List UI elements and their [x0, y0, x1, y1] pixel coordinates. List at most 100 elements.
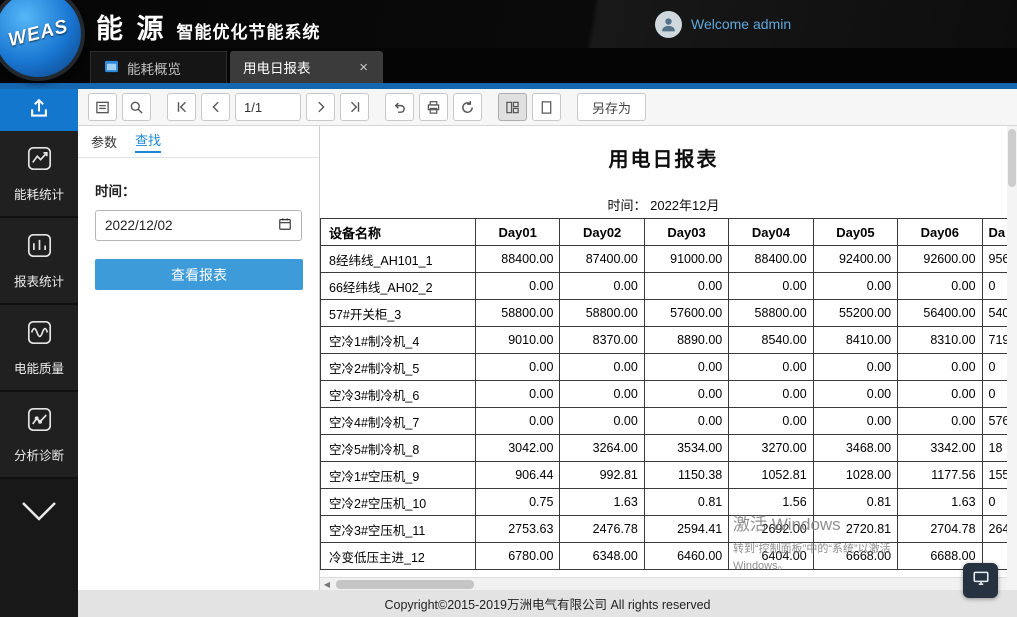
app-title-primary: 能 源: [96, 7, 167, 46]
parameters-panel: 参数 查找 时间： 2022/12/02 查看报表: [78, 126, 320, 590]
scroll-left-icon[interactable]: ◀: [320, 580, 334, 589]
value-cell: 0.00: [729, 408, 813, 435]
weas-logo-text: WEAS: [6, 16, 71, 52]
value-cell: 0.00: [898, 408, 982, 435]
device-name-cell: 冷变低压主进_12: [321, 543, 476, 570]
value-cell: 540: [982, 300, 1007, 327]
layout-single-page-button[interactable]: [532, 93, 561, 121]
value-cell: 719: [982, 327, 1007, 354]
user-avatar-icon[interactable]: [655, 11, 682, 38]
table-row: 57#开关柜_358800.0058800.0057600.0058800.00…: [321, 300, 1008, 327]
calendar-icon[interactable]: [278, 217, 292, 234]
value-cell: 0.00: [476, 408, 560, 435]
value-cell: 55200.00: [813, 300, 897, 327]
report-toolbar: 另存为: [78, 89, 1017, 126]
back-undo-icon[interactable]: [385, 93, 414, 121]
value-cell: 1.63: [560, 489, 644, 516]
value-cell: 2594.41: [644, 516, 728, 543]
panel-tabs: 参数 查找: [78, 126, 319, 158]
last-page-button[interactable]: [340, 93, 369, 121]
sidebar-item-analysis[interactable]: 分析诊断: [0, 392, 78, 479]
value-cell: 3342.00: [898, 435, 982, 462]
value-cell: 92600.00: [898, 246, 982, 273]
tab-bar: 能耗概览 用电日报表 ×: [0, 48, 1017, 83]
previous-page-button[interactable]: [201, 93, 230, 121]
service-widget-button[interactable]: [963, 563, 998, 598]
value-cell: 0.75: [476, 489, 560, 516]
value-cell: 1052.81: [729, 462, 813, 489]
value-cell: 91000.00: [644, 246, 728, 273]
value-cell: 8370.00: [560, 327, 644, 354]
horizontal-scrollbar[interactable]: ◀: [320, 577, 1007, 590]
tab-energy-overview[interactable]: 能耗概览: [90, 51, 227, 83]
value-cell: 58800.00: [476, 300, 560, 327]
value-cell: 1028.00: [813, 462, 897, 489]
vertical-scrollbar[interactable]: [1007, 126, 1017, 590]
print-icon[interactable]: [419, 93, 448, 121]
tab-find[interactable]: 查找: [135, 130, 161, 153]
sidebar-collapse-button[interactable]: [0, 479, 78, 547]
value-cell: 1150.38: [644, 462, 728, 489]
device-name-cell: 空冷2#制冷机_5: [321, 354, 476, 381]
save-as-button[interactable]: 另存为: [577, 93, 646, 121]
table-row: 8经纬线_AH101_188400.0087400.0091000.008840…: [321, 246, 1008, 273]
table-row: 空冷4#制冷机_70.000.000.000.000.000.00576: [321, 408, 1008, 435]
power-quality-icon: [26, 319, 53, 349]
sidebar-item-power-quality[interactable]: 电能质量: [0, 305, 78, 392]
value-cell: 6780.00: [476, 543, 560, 570]
value-cell: 956: [982, 246, 1007, 273]
value-cell: 0.81: [644, 489, 728, 516]
first-page-button[interactable]: [167, 93, 196, 121]
layout-continuous-view-button[interactable]: [498, 93, 527, 121]
next-page-button[interactable]: [306, 93, 335, 121]
value-cell: 906.44: [476, 462, 560, 489]
device-name-cell: 空冷3#制冷机_6: [321, 381, 476, 408]
sidebar-export-button[interactable]: [0, 89, 78, 131]
value-cell: 8540.00: [729, 327, 813, 354]
welcome-text: Welcome admin: [691, 16, 791, 32]
report-area: 用电日报表 时间： 2022年12月 设备名称Day01Day02Day03Da…: [320, 126, 1007, 590]
value-cell: 0.00: [813, 381, 897, 408]
report-subtitle: 时间： 2022年12月: [320, 195, 1007, 214]
horizontal-scrollbar-thumb[interactable]: [336, 580, 474, 589]
vertical-scrollbar-thumb[interactable]: [1008, 129, 1016, 187]
value-cell: 58800.00: [729, 300, 813, 327]
close-icon[interactable]: ×: [357, 60, 370, 75]
device-name-cell: 空冷3#空压机_11: [321, 516, 476, 543]
tab-daily-electricity-report[interactable]: 用电日报表 ×: [230, 51, 383, 83]
page-indicator-input[interactable]: [235, 93, 301, 121]
column-header: Da: [982, 219, 1007, 246]
column-header: Day04: [729, 219, 813, 246]
copyright-text: Copyright©2015-2019万洲电气有限公司 All rights r…: [385, 594, 711, 613]
device-name-cell: 空冷1#制冷机_4: [321, 327, 476, 354]
value-cell: 92400.00: [813, 246, 897, 273]
value-cell: 57600.00: [644, 300, 728, 327]
device-name-cell: 8经纬线_AH101_1: [321, 246, 476, 273]
table-row: 空冷1#制冷机_49010.008370.008890.008540.00841…: [321, 327, 1008, 354]
value-cell: 3534.00: [644, 435, 728, 462]
view-report-button[interactable]: 查看报表: [95, 259, 303, 290]
value-cell: 0.00: [729, 354, 813, 381]
date-input[interactable]: 2022/12/02: [95, 210, 302, 241]
value-cell: 2692.00: [729, 516, 813, 543]
value-cell: 3042.00: [476, 435, 560, 462]
sidebar-item-energy-stats[interactable]: 能耗统计: [0, 131, 78, 218]
value-cell: 8410.00: [813, 327, 897, 354]
value-cell: 0: [982, 354, 1007, 381]
tab-label: 用电日报表: [243, 57, 311, 77]
device-name-cell: 空冷2#空压机_10: [321, 489, 476, 516]
sidebar-item-report-stats[interactable]: 报表统计: [0, 218, 78, 305]
report-stats-icon: [26, 232, 53, 262]
toggle-parameters-button[interactable]: [88, 93, 117, 121]
value-cell: 992.81: [560, 462, 644, 489]
value-cell: 1177.56: [898, 462, 982, 489]
column-header: 设备名称: [321, 219, 476, 246]
search-icon[interactable]: [122, 93, 151, 121]
value-cell: 0.00: [560, 354, 644, 381]
tab-parameters[interactable]: 参数: [91, 132, 117, 151]
report-table-body: 8经纬线_AH101_188400.0087400.0091000.008840…: [321, 246, 1008, 570]
refresh-icon[interactable]: [453, 93, 482, 121]
value-cell: 2753.63: [476, 516, 560, 543]
top-header: 能 源 智能优化节能系统 Welcome admin: [0, 0, 1017, 48]
app-title-secondary: 智能优化节能系统: [177, 18, 321, 43]
